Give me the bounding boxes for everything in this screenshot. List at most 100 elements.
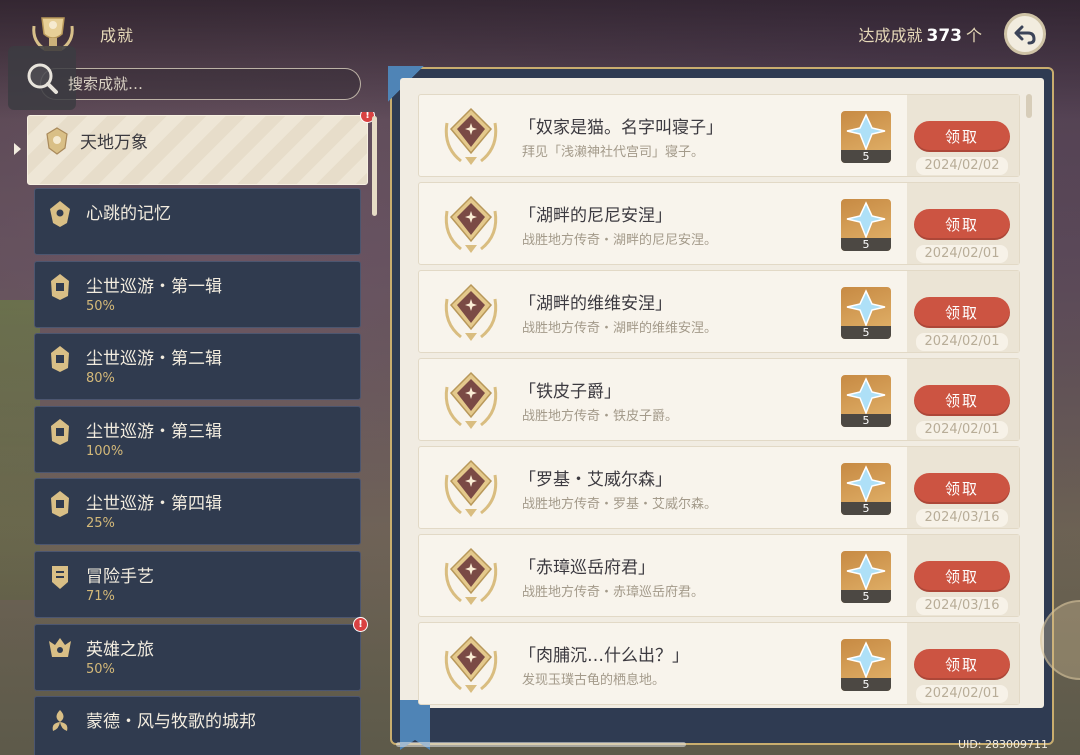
category-item-yingxiong[interactable]: 英雄之旅 50% ! bbox=[34, 617, 368, 691]
claim-button[interactable]: 领取 bbox=[914, 649, 1010, 680]
achievement-date: 2024/03/16 bbox=[916, 509, 1008, 527]
claim-button[interactable]: 领取 bbox=[914, 561, 1010, 592]
reward-count: 5 bbox=[841, 414, 891, 427]
achievement-row: 「奴家是猫。名字叫寝子」 拜见「浅濑神社代宫司」寝子。 5 领取 2024/02… bbox=[418, 94, 1020, 177]
claim-button[interactable]: 领取 bbox=[914, 473, 1010, 504]
category-medal-icon bbox=[47, 489, 73, 519]
category-item-chenshi-3[interactable]: 尘世巡游・第三辑 100% bbox=[34, 406, 361, 473]
category-item-chenshi-1[interactable]: 尘世巡游・第一辑 50% bbox=[34, 261, 361, 328]
achievement-date: 2024/02/01 bbox=[916, 421, 1008, 439]
achievement-row: 「湖畔的尼尼安涅」 战胜地方传奇・湖畔的尼尼安涅。 5 领取 2024/02/0… bbox=[418, 182, 1020, 265]
reward-count: 5 bbox=[841, 238, 891, 251]
reward-count: 5 bbox=[841, 326, 891, 339]
category-percent: 100% bbox=[86, 444, 124, 459]
primogem-icon bbox=[846, 113, 886, 152]
reward-count: 5 bbox=[841, 502, 891, 515]
reward-item: 5 bbox=[841, 199, 891, 251]
achievement-date: 2024/02/01 bbox=[916, 685, 1008, 703]
category-name: 英雄之旅 bbox=[86, 640, 154, 660]
category-item-maoxian[interactable]: 冒险手艺 71% bbox=[34, 551, 361, 618]
achievement-title: 「铁皮子爵」 bbox=[519, 382, 621, 402]
claim-button[interactable]: 领取 bbox=[914, 297, 1010, 328]
achievement-medal-icon bbox=[439, 103, 503, 169]
claim-button[interactable]: 领取 bbox=[914, 385, 1010, 416]
reward-count: 5 bbox=[841, 678, 891, 691]
category-item-chenshi-4[interactable]: 尘世巡游・第四辑 25% bbox=[34, 478, 361, 545]
reward-count: 5 bbox=[841, 150, 891, 163]
achievement-date: 2024/03/16 bbox=[916, 597, 1008, 615]
category-item-mengde[interactable]: 蒙德・风与牧歌的城邦 bbox=[34, 696, 361, 755]
achievement-medal-icon bbox=[439, 279, 503, 345]
achievement-claim-area: 领取 2024/03/16 bbox=[907, 447, 1019, 528]
achievement-description: 战胜地方传奇・湖畔的尼尼安涅。 bbox=[522, 233, 718, 248]
achievement-total: 达成成就 373 个 bbox=[858, 22, 982, 46]
primogem-icon bbox=[846, 465, 886, 504]
reward-item: 5 bbox=[841, 375, 891, 427]
sidebar-scrollbar[interactable] bbox=[372, 116, 377, 216]
category-name: 冒险手艺 bbox=[86, 567, 154, 587]
category-name: 心跳的记忆 bbox=[86, 204, 171, 224]
achievement-description: 战胜地方传奇・铁皮子爵。 bbox=[522, 409, 679, 424]
achievement-row: 「罗基・艾威尔森」 战胜地方传奇・罗基・艾威尔森。 5 领取 2024/03/1… bbox=[418, 446, 1020, 529]
category-percent: 50% bbox=[86, 299, 115, 314]
claim-button[interactable]: 领取 bbox=[914, 209, 1010, 240]
category-medal-icon bbox=[44, 126, 70, 156]
category-sidebar: 天地万象 ! 心跳的记忆 尘世巡游・第一辑 50% 尘世巡游・第二辑 80% 尘… bbox=[0, 112, 380, 755]
back-button[interactable] bbox=[1004, 13, 1046, 55]
category-percent: 80% bbox=[86, 371, 115, 386]
achievement-row: 「湖畔的维维安涅」 战胜地方传奇・湖畔的维维安涅。 5 领取 2024/02/0… bbox=[418, 270, 1020, 353]
category-name: 蒙德・风与牧歌的城邦 bbox=[86, 712, 256, 732]
category-name: 尘世巡游・第一辑 bbox=[86, 277, 222, 297]
achievement-title: 「奴家是猫。名字叫寝子」 bbox=[519, 118, 723, 138]
claim-button[interactable]: 领取 bbox=[914, 121, 1010, 152]
back-arrow-icon bbox=[1014, 25, 1036, 45]
category-name: 尘世巡游・第三辑 bbox=[86, 422, 222, 442]
achievement-medal-icon bbox=[439, 543, 503, 609]
category-name: 天地万象 bbox=[80, 133, 148, 153]
list-scrollbar[interactable] bbox=[1026, 94, 1032, 118]
category-medal-icon bbox=[47, 707, 73, 737]
category-percent: 50% bbox=[86, 662, 115, 677]
primogem-icon bbox=[846, 289, 886, 328]
achievement-description: 战胜地方传奇・赤璋巡岳府君。 bbox=[522, 585, 705, 600]
achievement-claim-area: 领取 2024/02/01 bbox=[907, 271, 1019, 352]
category-item-chenshi-2[interactable]: 尘世巡游・第二辑 80% bbox=[34, 333, 361, 400]
category-percent: 71% bbox=[86, 589, 115, 604]
achievement-title: 「罗基・艾威尔森」 bbox=[519, 470, 672, 490]
achievement-row: 「肉脯沉…什么出？」 发现玉璞古龟的栖息地。 5 领取 2024/02/01 bbox=[418, 622, 1020, 705]
page-title: 成就 bbox=[100, 26, 135, 45]
reward-item: 5 bbox=[841, 639, 891, 691]
primogem-icon bbox=[846, 641, 886, 680]
achievement-date: 2024/02/01 bbox=[916, 245, 1008, 263]
reward-count: 5 bbox=[841, 590, 891, 603]
achievement-list: 「奴家是猫。名字叫寝子」 拜见「浅濑神社代宫司」寝子。 5 领取 2024/02… bbox=[418, 92, 1020, 708]
achievement-description: 发现玉璞古龟的栖息地。 bbox=[522, 673, 666, 688]
category-name: 尘世巡游・第二辑 bbox=[86, 349, 222, 369]
category-name: 尘世巡游・第四辑 bbox=[86, 494, 222, 514]
achievement-claim-area: 领取 2024/02/01 bbox=[907, 623, 1019, 704]
reward-item: 5 bbox=[841, 111, 891, 163]
total-prefix: 达成成就 bbox=[858, 26, 923, 45]
achievement-title: 「湖畔的尼尼安涅」 bbox=[519, 206, 672, 226]
achievement-medal-icon bbox=[439, 631, 503, 697]
category-medal-icon bbox=[47, 199, 73, 229]
category-item-xintiao[interactable]: 心跳的记忆 bbox=[34, 188, 361, 255]
primogem-icon bbox=[846, 377, 886, 416]
category-medal-icon bbox=[47, 635, 73, 665]
category-percent: 25% bbox=[86, 516, 115, 531]
category-item-tiandiwanxiang[interactable]: 天地万象 ! bbox=[27, 112, 375, 185]
search-button[interactable] bbox=[8, 46, 76, 110]
achievement-description: 拜见「浅濑神社代宫司」寝子。 bbox=[522, 145, 705, 160]
primogem-icon bbox=[846, 553, 886, 592]
achievement-claim-area: 领取 2024/02/01 bbox=[907, 359, 1019, 440]
category-medal-icon bbox=[47, 272, 73, 302]
home-indicator-bar bbox=[396, 742, 686, 747]
achievement-medal-icon bbox=[439, 191, 503, 257]
achievement-title: 「肉脯沉…什么出？」 bbox=[519, 646, 689, 666]
magnifier-icon bbox=[27, 63, 58, 94]
achievement-date: 2024/02/02 bbox=[916, 157, 1008, 175]
total-suffix: 个 bbox=[965, 26, 982, 45]
category-medal-icon bbox=[47, 344, 73, 374]
achievement-description: 战胜地方传奇・罗基・艾威尔森。 bbox=[522, 497, 718, 512]
achievement-row: 「赤璋巡岳府君」 战胜地方传奇・赤璋巡岳府君。 5 领取 2024/03/16 bbox=[418, 534, 1020, 617]
